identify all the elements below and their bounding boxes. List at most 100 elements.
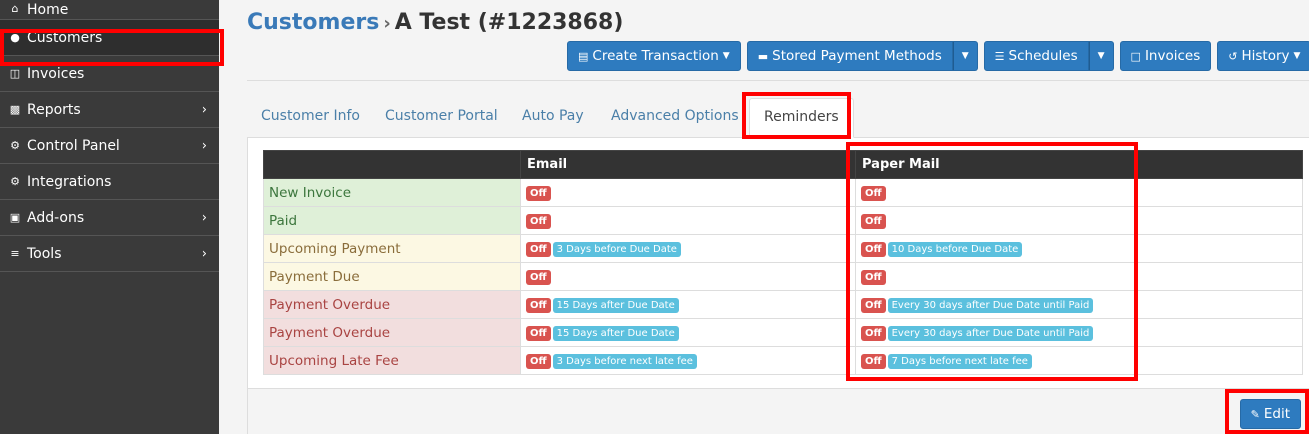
- edit-icon: ✎: [1250, 407, 1260, 421]
- create-transaction-button[interactable]: ▤ Create Transaction ▼: [567, 41, 741, 71]
- table-header-row: Email Paper Mail: [263, 150, 1303, 179]
- status-badge: Off: [861, 269, 886, 285]
- reminder-type-cell: Payment Overdue: [263, 318, 521, 347]
- timing-badge: 15 Days after Due Date: [552, 325, 679, 341]
- status-badge: Off: [526, 353, 551, 369]
- sidebar-item-label: Control Panel: [27, 137, 120, 154]
- main-content: Customers › A Test (#1223868) ▤ Create Tra…: [219, 0, 1309, 434]
- reminder-type-cell: Upcoming Late Fee: [263, 346, 521, 375]
- status-badge: Off: [861, 213, 886, 229]
- status-badge: Off: [526, 241, 551, 257]
- column-header: [263, 150, 521, 179]
- sidebar-item-label: Integrations: [27, 173, 112, 190]
- tab-label: Advanced Options: [611, 108, 739, 124]
- caret-down-icon: ▼: [1097, 51, 1105, 61]
- status-badge: Off: [861, 325, 886, 341]
- divider: [247, 80, 1309, 81]
- schedules-dropdown[interactable]: ▼: [1088, 41, 1114, 71]
- table-row: Payment Due Off Off: [263, 262, 1303, 291]
- status-badge: Off: [861, 185, 886, 201]
- email-setting-cell: Off: [520, 206, 856, 235]
- file-icon: □: [1130, 49, 1141, 63]
- reminder-type-cell: Payment Due: [263, 262, 521, 291]
- tab-auto-pay[interactable]: Auto Pay: [508, 98, 598, 138]
- toolbar: ▤ Create Transaction ▼ ▬ Stored Payment …: [567, 41, 1309, 71]
- edit-label: Edit: [1263, 406, 1290, 422]
- invoices-label: Invoices: [1144, 48, 1201, 64]
- table-row: Paid Off Off: [263, 206, 1303, 235]
- tab-customer-info[interactable]: Customer Info: [247, 98, 374, 138]
- stored-payment-methods-dropdown[interactable]: ▼: [952, 41, 978, 71]
- caret-down-icon: ▼: [961, 51, 969, 61]
- stored-payment-methods-group: ▬ Stored Payment Methods ▼: [746, 41, 978, 71]
- users-icon: ●: [10, 31, 20, 44]
- reminders-table: Email Paper Mail New Invoice Off Off Paid Of…: [263, 150, 1303, 375]
- status-badge: Off: [526, 185, 551, 201]
- reminders-panel: Email Paper Mail New Invoice Off Off Paid Of…: [247, 138, 1309, 388]
- email-setting-cell: Off: [520, 262, 856, 291]
- reminder-type-cell: Payment Overdue: [263, 290, 521, 319]
- schedules-button[interactable]: ☰ Schedules: [983, 41, 1089, 71]
- sidebar-item-invoices[interactable]: ◫ Invoices: [0, 56, 219, 92]
- panel-footer: ✎ Edit: [247, 388, 1309, 434]
- history-button[interactable]: ↺ History ▼: [1217, 41, 1309, 71]
- status-badge: Off: [526, 213, 551, 229]
- stored-payment-methods-button[interactable]: ▬ Stored Payment Methods: [746, 41, 953, 71]
- sidebar-item-label: Customers: [27, 29, 103, 46]
- sidebar-item-control-panel[interactable]: ⚙ Control Panel ›: [0, 128, 219, 164]
- schedules-label: Schedules: [1008, 48, 1078, 64]
- history-label: History: [1241, 48, 1290, 64]
- tab-reminders[interactable]: Reminders: [749, 98, 854, 138]
- tab-label: Customer Info: [261, 108, 360, 124]
- paper-mail-setting-cell: Off Every 30 days after Due Date until Pa…: [855, 318, 1303, 347]
- table-row: New Invoice Off Off: [263, 178, 1303, 207]
- sidebar-item-customers[interactable]: ● Customers: [0, 20, 219, 56]
- paper-mail-setting-cell: Off 7 Days before next late fee: [855, 346, 1303, 375]
- sliders-icon: ≡: [10, 247, 20, 260]
- timing-badge: 10 Days before Due Date: [887, 241, 1023, 257]
- email-setting-cell: Off 3 Days before next late fee: [520, 346, 856, 375]
- reminder-type-cell: New Invoice: [263, 178, 521, 207]
- caret-down-icon: ▼: [722, 51, 730, 61]
- credit-card-icon: ▬: [757, 49, 769, 63]
- sidebar-item-reports[interactable]: ▩ Reports ›: [0, 92, 219, 128]
- sidebar-item-label: Add-ons: [27, 209, 85, 226]
- page-title: Customers › A Test (#1223868): [247, 10, 623, 35]
- timing-badge: 3 Days before next late fee: [552, 353, 697, 369]
- sidebar-item-label: Invoices: [27, 65, 85, 82]
- bar-chart-icon: ▩: [9, 103, 21, 116]
- reminder-type-cell: Paid: [263, 206, 521, 235]
- tab-label: Auto Pay: [522, 108, 584, 124]
- folder-icon: ◫: [9, 67, 21, 80]
- paper-mail-setting-cell: Off 10 Days before Due Date: [855, 234, 1303, 263]
- tab-customer-portal[interactable]: Customer Portal: [371, 98, 512, 138]
- gear-icon: ⚙: [10, 175, 20, 188]
- chevron-right-icon: ›: [201, 246, 207, 261]
- table-row: Payment Overdue Off 15 Days after Due Date…: [263, 318, 1303, 347]
- status-badge: Off: [526, 269, 551, 285]
- edit-button[interactable]: ✎ Edit: [1239, 399, 1301, 429]
- status-badge: Off: [861, 353, 886, 369]
- sidebar-item-tools[interactable]: ≡ Tools ›: [0, 236, 219, 272]
- sidebar-item-home[interactable]: ⌂ Home: [0, 0, 219, 20]
- sidebar-item-add-ons[interactable]: ▣ Add-ons ›: [0, 200, 219, 236]
- sidebar-item-label: Reports: [27, 101, 81, 118]
- breadcrumb-customers[interactable]: Customers: [247, 10, 379, 35]
- timing-badge: 7 Days before next late fee: [887, 353, 1032, 369]
- sidebar: ⌂ Home ● Customers ◫ Invoices ▩ Reports …: [0, 0, 219, 434]
- chevron-right-icon: ›: [201, 138, 207, 153]
- list-icon: ☰: [994, 49, 1005, 63]
- sidebar-item-label: Tools: [27, 245, 62, 262]
- reminder-type-cell: Upcoming Payment: [263, 234, 521, 263]
- column-header-email: Email: [520, 150, 856, 179]
- create-transaction-label: Create Transaction: [592, 48, 719, 64]
- tab-advanced-options[interactable]: Advanced Options: [597, 98, 753, 138]
- timing-badge: 15 Days after Due Date: [552, 297, 679, 313]
- invoices-button[interactable]: □ Invoices: [1119, 41, 1212, 71]
- status-badge: Off: [526, 325, 551, 341]
- email-setting-cell: Off 3 Days before Due Date: [520, 234, 856, 263]
- column-header-paper-mail: Paper Mail: [855, 150, 1303, 179]
- paper-mail-setting-cell: Off: [855, 178, 1303, 207]
- sidebar-item-integrations[interactable]: ⚙ Integrations: [0, 164, 219, 200]
- paper-mail-setting-cell: Off Every 30 days after Due Date until Pa…: [855, 290, 1303, 319]
